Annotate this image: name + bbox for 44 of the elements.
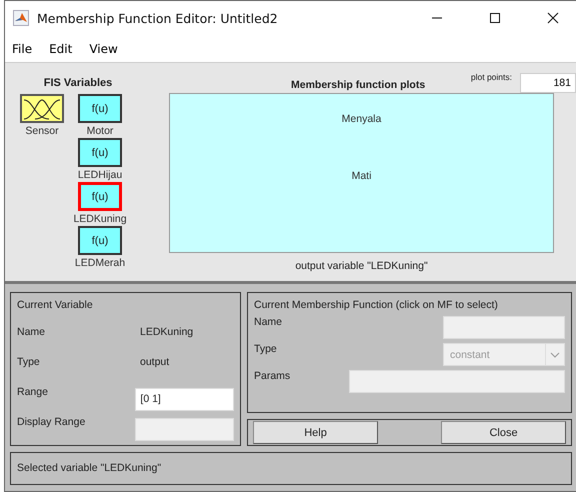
section-title: FIS Variables [42,77,114,89]
display-range-field[interactable] [135,418,234,440]
close-icon[interactable] [547,12,559,24]
output-variable-block[interactable]: f(u) [78,94,122,123]
app-logo-icon [13,10,29,26]
panel-title: Current Membership Function (click on MF to select) [254,299,499,311]
field-label: Type [17,355,41,368]
status-bar: Selected variable "LEDKuning" [10,452,572,485]
plot-points-label: plot points: [470,72,512,82]
output-variable-block[interactable]: f(u) [78,138,122,167]
field-label: Type [254,342,278,355]
menu-item[interactable]: View [89,42,118,56]
membership-function-label[interactable]: Mati [352,170,372,182]
window-title: Membership Function Editor: Untitled2 [37,10,278,26]
plot-points-field[interactable]: 181 [520,73,576,93]
plot-title: Membership function plots [291,79,426,91]
menu-item[interactable]: Edit [49,42,72,56]
plot-caption: output variable "LEDKuning" [294,260,429,272]
field-label: Display Range [17,415,86,428]
field-label: Name [17,325,46,338]
field-label: Range [17,385,49,398]
membership-curves-icon [23,98,61,120]
dialog-button[interactable]: Help [253,421,378,444]
panel-title: Current Variable [17,299,94,311]
variable-label: Sensor [25,125,59,137]
variable-label: LEDHijau [78,169,122,181]
field-label: Name [254,315,284,328]
membership-function-label[interactable]: Menyala [342,113,382,125]
mf-name-field[interactable] [443,316,565,339]
variable-name-value: LEDKuning [140,325,194,338]
menu-item[interactable]: File [12,42,32,56]
variable-label: LEDMerah [74,257,126,269]
variable-label: Motor [86,125,114,137]
params-field[interactable] [349,370,565,393]
output-variable-block[interactable]: f(u) [78,226,122,255]
range-field[interactable]: [0 1] [135,388,234,410]
dialog-button[interactable]: Close [441,421,566,444]
maximize-icon[interactable] [489,12,501,24]
plot-area[interactable]: Menyala Mati [169,93,554,253]
variable-type-value: output [140,355,170,368]
output-variable-block[interactable]: f(u) [78,182,122,211]
input-variable-block[interactable] [20,94,64,123]
field-label: Params [254,369,292,382]
variable-label: LEDKuning [73,213,127,225]
